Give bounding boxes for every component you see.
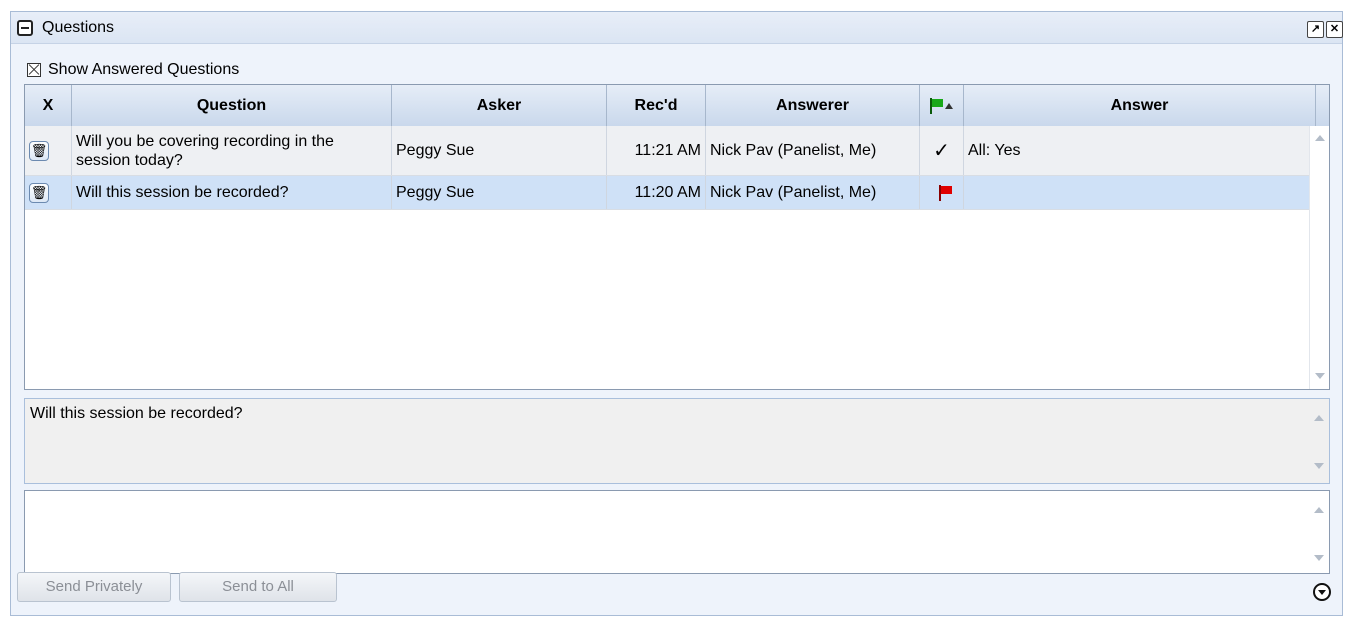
column-header-received[interactable]: Rec'd	[607, 85, 706, 126]
delete-cell: 🗑	[25, 176, 72, 209]
column-header-question[interactable]: Question	[72, 85, 392, 126]
questions-table: X Question Asker Rec'd Answerer Answer 🗑…	[24, 84, 1330, 390]
send-to-all-button[interactable]: Send to All	[179, 572, 337, 602]
checkmark-icon: ✓	[920, 126, 964, 175]
send-privately-button[interactable]: Send Privately	[17, 572, 171, 602]
green-flag-icon	[930, 97, 943, 114]
answerer-cell: Nick Pav (Panelist, Me)	[706, 126, 920, 175]
trash-icon[interactable]: 🗑	[29, 140, 49, 161]
preview-text: Will this session be recorded?	[30, 405, 243, 422]
question-cell: Will this session be recorded?	[72, 176, 392, 209]
answerer-cell: Nick Pav (Panelist, Me)	[706, 176, 920, 209]
expand-options-icon[interactable]	[1313, 583, 1331, 601]
answer-input[interactable]	[24, 490, 1330, 574]
show-answered-label: Show Answered Questions	[48, 61, 240, 78]
scroll-up-icon[interactable]	[1315, 135, 1325, 141]
question-cell: Will you be covering recording in the se…	[72, 126, 392, 175]
answer-cell: All: Yes	[968, 141, 1021, 159]
column-header-answer[interactable]: Answer	[964, 85, 1316, 126]
scroll-up-icon[interactable]	[1314, 507, 1324, 513]
asker-cell: Peggy Sue	[392, 126, 607, 175]
flag-cell[interactable]	[920, 176, 964, 209]
table-row[interactable]: 🗑 Will you be covering recording in the …	[25, 126, 1311, 176]
scroll-down-icon[interactable]	[1314, 463, 1324, 469]
question-preview: Will this session be recorded?	[24, 398, 1330, 484]
table-header: X Question Asker Rec'd Answerer Answer	[25, 85, 1329, 127]
preview-scrollbar[interactable]	[1309, 399, 1329, 483]
show-answered-checkbox[interactable]: Show Answered Questions	[27, 61, 239, 79]
questions-panel: Questions ↗ ✕ Show Answered Questions X …	[10, 11, 1343, 616]
red-flag-icon	[938, 184, 952, 201]
received-cell: 11:20 AM	[607, 176, 706, 209]
column-header-asker[interactable]: Asker	[392, 85, 607, 126]
table-scrollbar[interactable]	[1309, 126, 1329, 389]
sort-ascending-icon	[945, 102, 953, 109]
column-header-answerer[interactable]: Answerer	[706, 85, 920, 126]
panel-title: Questions	[42, 19, 115, 36]
trash-icon[interactable]: 🗑	[29, 182, 49, 203]
popout-icon[interactable]: ↗	[1307, 21, 1324, 38]
asker-cell: Peggy Sue	[392, 176, 607, 209]
column-header-delete[interactable]: X	[25, 85, 72, 126]
delete-cell: 🗑	[25, 126, 72, 175]
reply-scrollbar[interactable]	[1309, 491, 1329, 573]
close-icon[interactable]: ✕	[1326, 21, 1343, 38]
column-header-flag[interactable]	[920, 85, 964, 126]
scroll-down-icon[interactable]	[1315, 373, 1325, 379]
panel-titlebar: Questions ↗ ✕	[11, 12, 1343, 44]
checkbox-checked-icon[interactable]	[27, 63, 41, 77]
collapse-icon[interactable]	[17, 20, 33, 36]
scroll-down-icon[interactable]	[1314, 555, 1324, 561]
received-cell: 11:21 AM	[607, 126, 706, 175]
table-row-selected[interactable]: 🗑 Will this session be recorded? Peggy S…	[25, 176, 1311, 210]
scroll-up-icon[interactable]	[1314, 415, 1324, 421]
answer-cell	[964, 176, 1311, 209]
